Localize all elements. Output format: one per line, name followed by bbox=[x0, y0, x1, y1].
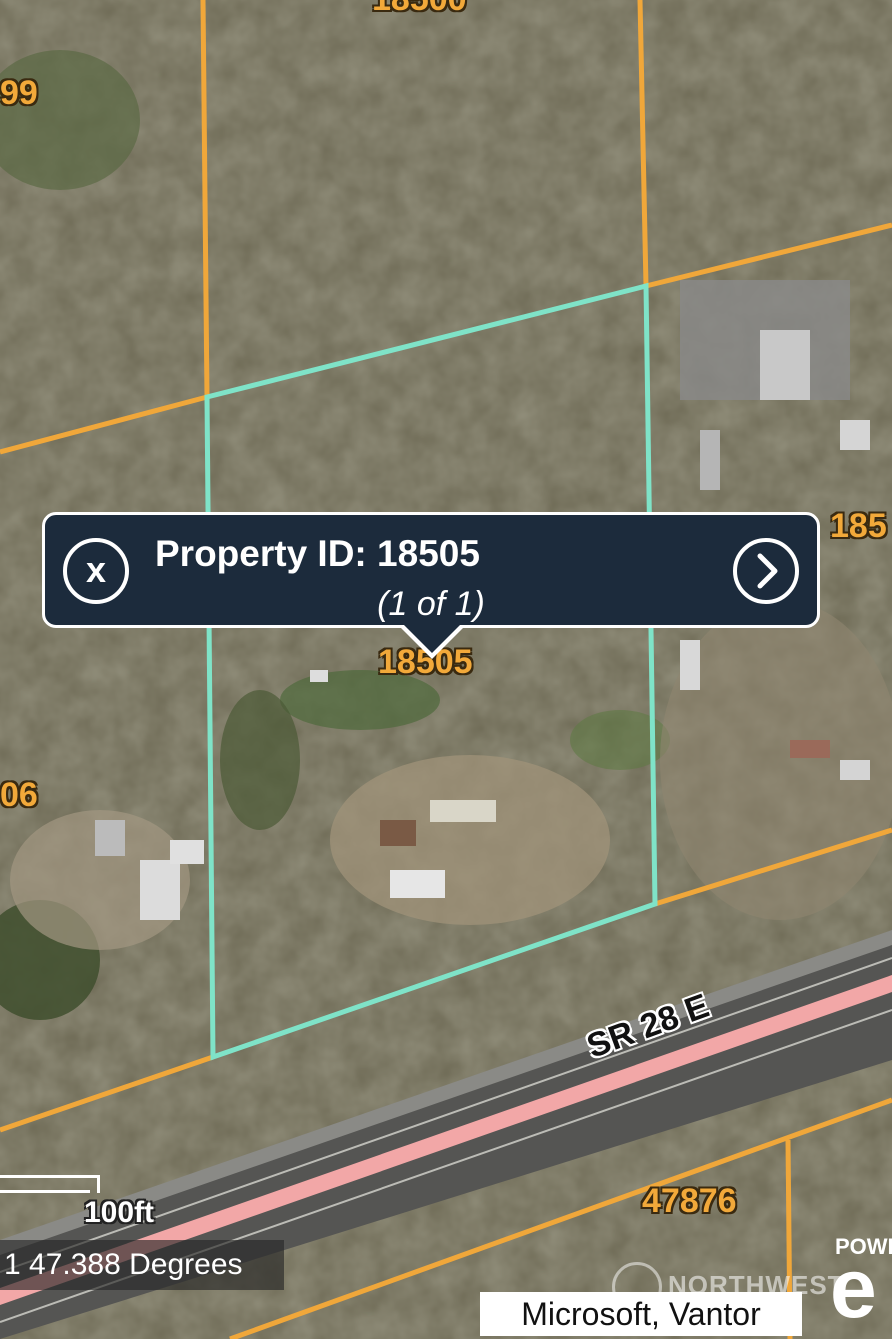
vehicle bbox=[790, 740, 830, 758]
building bbox=[700, 430, 720, 490]
scale-label: 100ft bbox=[84, 1196, 155, 1229]
vehicle bbox=[140, 860, 180, 920]
popup-title: Property ID: 18505 bbox=[155, 533, 480, 574]
parcel-label-bottom[interactable]: 47876 bbox=[642, 1182, 737, 1221]
vehicle bbox=[380, 820, 416, 846]
parcel-label-top[interactable]: 18500 bbox=[372, 0, 467, 19]
parcel-label-right-mid[interactable]: 185 bbox=[830, 507, 887, 546]
bearing-readout: 1 47.388 Degrees bbox=[0, 1240, 284, 1290]
popup-result-count: (1 of 1) bbox=[377, 585, 485, 623]
building bbox=[760, 330, 810, 400]
vehicle bbox=[95, 820, 125, 856]
vehicle bbox=[840, 760, 870, 780]
building bbox=[840, 420, 870, 450]
vehicle bbox=[310, 670, 328, 682]
chevron-right-icon[interactable] bbox=[733, 538, 799, 604]
vehicle bbox=[170, 840, 204, 864]
provider-logo-icon: e bbox=[830, 1252, 877, 1324]
parcel-label-left-upper[interactable]: 99 bbox=[0, 74, 38, 113]
vehicle bbox=[680, 640, 700, 690]
scale-bar-line bbox=[0, 1190, 90, 1193]
vehicle bbox=[390, 870, 445, 898]
parcel-label-left-mid[interactable]: 06 bbox=[0, 776, 38, 815]
vehicle bbox=[430, 800, 496, 822]
dirt-clearing bbox=[330, 755, 610, 925]
popup-pointer-fill bbox=[401, 622, 463, 653]
map-attribution: Microsoft, Vantor bbox=[480, 1292, 802, 1336]
property-popup[interactable]: x Property ID: 18505 (1 of 1) bbox=[42, 512, 820, 628]
vegetation bbox=[220, 690, 300, 830]
